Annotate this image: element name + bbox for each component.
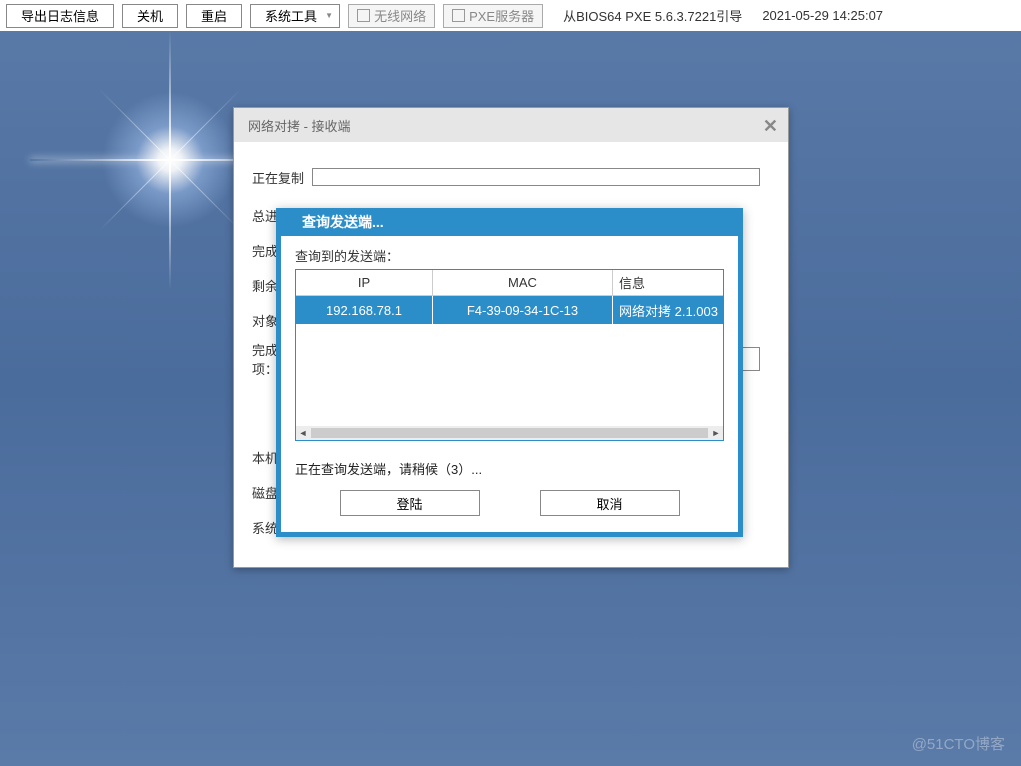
dialog-title[interactable]: 查询发送端... (276, 208, 743, 236)
export-log-button[interactable]: 导出日志信息 (6, 4, 114, 28)
horizontal-scrollbar[interactable]: ◄ ► (296, 426, 723, 440)
cell-ip: 192.168.78.1 (296, 296, 433, 324)
watermark: @51CTO博客 (912, 733, 1005, 754)
shutdown-button[interactable]: 关机 (122, 4, 178, 28)
cancel-button[interactable]: 取消 (540, 490, 680, 516)
scroll-right-icon[interactable]: ► (709, 426, 723, 440)
col-mac[interactable]: MAC (433, 270, 613, 295)
scroll-thumb[interactable] (311, 428, 708, 438)
reboot-button[interactable]: 重启 (186, 4, 242, 28)
cell-info: 网络对拷 2.1.003 (613, 296, 723, 324)
cell-mac: F4-39-09-34-1C-13 (433, 296, 613, 324)
boot-info: 从BIOS64 PXE 5.6.3.7221引导 (563, 6, 742, 25)
top-toolbar: 导出日志信息 关机 重启 系统工具 无线网络 PXE服务器 从BIOS64 PX… (0, 0, 1021, 31)
login-button[interactable]: 登陆 (340, 490, 480, 516)
close-icon[interactable]: ✕ (763, 116, 778, 137)
window-titlebar[interactable]: 网络对拷 - 接收端 ✕ (234, 108, 788, 142)
table-row[interactable]: 192.168.78.1 F4-39-09-34-1C-13 网络对拷 2.1.… (296, 296, 723, 324)
pxe-server-checkbox[interactable]: PXE服务器 (443, 4, 543, 28)
system-tools-dropdown[interactable]: 系统工具 (250, 4, 340, 28)
col-info[interactable]: 信息 (613, 270, 723, 295)
found-senders-label: 查询到的发送端： (295, 246, 724, 265)
window-title: 网络对拷 - 接收端 (248, 116, 351, 135)
scroll-left-icon[interactable]: ◄ (296, 426, 310, 440)
progress-bar (312, 168, 760, 186)
query-status: 正在查询发送端，请稍候（3）... (295, 459, 724, 478)
progress-label: 正在复制 (248, 168, 308, 187)
datetime: 2021-05-29 14:25:07 (762, 8, 883, 23)
wifi-checkbox[interactable]: 无线网络 (348, 4, 435, 28)
query-dialog: 查询发送端... 查询到的发送端： IP MAC 信息 192.168.78.1… (276, 208, 743, 537)
col-ip[interactable]: IP (296, 270, 433, 295)
sender-table[interactable]: IP MAC 信息 192.168.78.1 F4-39-09-34-1C-13… (295, 269, 724, 441)
